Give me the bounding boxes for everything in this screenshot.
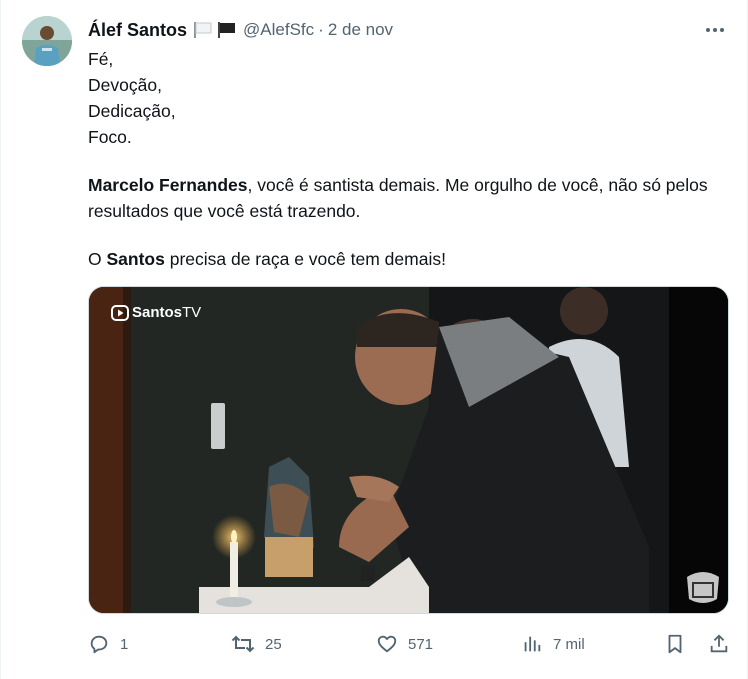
white-flag-icon — [194, 22, 212, 38]
video-frame — [89, 287, 728, 613]
like-count: 571 — [408, 635, 434, 653]
heart-icon — [377, 635, 397, 653]
mention-santos: Santos — [106, 249, 165, 269]
tweet-paragraph: O Santos precisa de raça e você tem dema… — [88, 246, 728, 272]
avatar[interactable] — [22, 16, 72, 66]
play-logo-icon — [111, 304, 129, 321]
santostv-watermark: Santos TV — [111, 304, 201, 321]
repost-icon — [231, 635, 255, 653]
views-button[interactable]: 7 mil — [521, 630, 585, 658]
tweet-line: Fé, — [88, 49, 114, 69]
tweet-line: Dedicação, — [88, 101, 176, 121]
mention-marcelo: Marcelo Fernandes — [88, 175, 248, 195]
tweet[interactable]: Álef Santos @AlefSfc · 2 de nov Fé, Devo… — [0, 0, 748, 679]
separator-dot: · — [318, 20, 324, 39]
like-button[interactable]: 571 — [376, 630, 433, 658]
bookmark-icon — [668, 634, 682, 654]
flag-emojis — [193, 21, 237, 39]
reply-count: 1 — [120, 635, 129, 653]
views-count: 7 mil — [553, 635, 585, 653]
tweet-line: Foco. — [88, 127, 132, 147]
black-flag-icon — [218, 22, 236, 38]
paragraph-text: precisa de raça e você tem demais! — [164, 249, 446, 269]
tweet-text: Fé, Devoção, Dedicação, Foco. Marcelo Fe… — [88, 46, 728, 272]
repost-button[interactable]: 25 — [231, 630, 282, 658]
tweet-video[interactable]: Santos TV — [88, 286, 729, 614]
repost-count: 25 — [265, 635, 282, 653]
tweet-line: Devoção, — [88, 75, 162, 95]
watermark-suffix: TV — [182, 304, 202, 321]
more-dots-icon — [706, 28, 724, 32]
reply-icon — [90, 635, 108, 654]
action-bar: 1 25 571 7 mil — [88, 630, 732, 658]
bookmark-button[interactable] — [664, 630, 686, 658]
views-chart-icon — [524, 636, 541, 652]
tweet-date[interactable]: 2 de nov — [328, 20, 393, 40]
author-handle[interactable]: @AlefSfc — [243, 20, 314, 40]
tweet-paragraph: Marcelo Fernandes, você é santista demai… — [88, 172, 728, 224]
more-options-button[interactable] — [703, 18, 727, 42]
share-button[interactable] — [708, 630, 730, 658]
paragraph-text: O — [88, 249, 107, 269]
watermark-brand: Santos — [132, 304, 183, 321]
author-name[interactable]: Álef Santos — [88, 20, 187, 41]
share-icon — [710, 634, 728, 653]
reply-button[interactable]: 1 — [88, 630, 128, 658]
tweet-header: Álef Santos @AlefSfc · 2 de nov — [88, 18, 727, 42]
